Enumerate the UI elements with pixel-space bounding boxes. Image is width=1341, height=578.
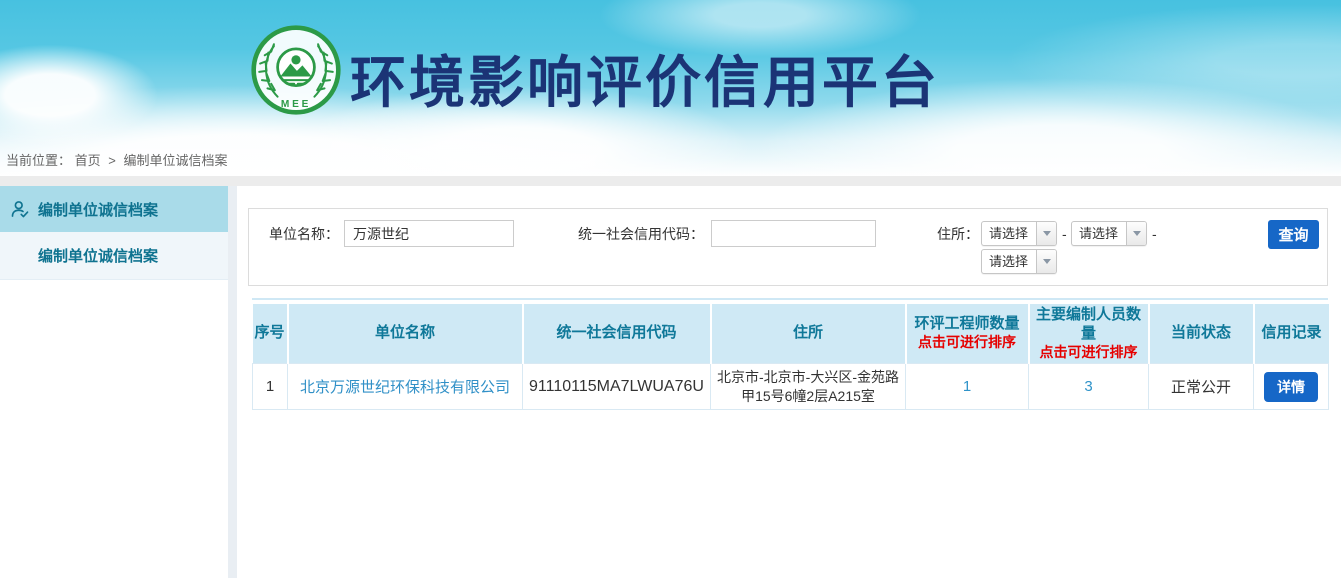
col-staff-count-label: 主要编制人员数量 [1032,306,1146,344]
results-table: 序号 单位名称 统一社会信用代码 住所 环评工程师数量 点击可进行排序 主要编制… [252,304,1329,410]
search-panel: 单位名称： 统一社会信用代码： 住所： 请选择 - 请选择 - 请选择 查询 [248,208,1328,286]
breadcrumb: 当前位置： 首页 > 编制单位诚信档案 [6,150,228,169]
results-table-wrap: 序号 单位名称 统一社会信用代码 住所 环评工程师数量 点击可进行排序 主要编制… [252,298,1328,410]
detail-button[interactable]: 详情 [1264,372,1318,402]
breadcrumb-home-link[interactable]: 首页 [75,153,101,168]
sidebar-item-archive[interactable]: 编制单位诚信档案 [0,232,228,280]
col-address: 住所 [711,304,906,364]
breadcrumb-prefix: 当前位置： [6,153,71,168]
table-header-row: 序号 单位名称 统一社会信用代码 住所 环评工程师数量 点击可进行排序 主要编制… [253,304,1329,364]
address-label: 住所： [909,221,979,248]
cell-credit-code: 91110115MA7LWUA76U [523,364,711,410]
site-title: 环境影响评价信用平台 [350,38,1110,119]
col-status: 当前状态 [1149,304,1254,364]
credit-code-label: 统一社会信用代码： [544,221,704,248]
breadcrumb-separator: > [108,153,116,168]
credit-code-input[interactable] [711,220,876,247]
sidebar-section-archive[interactable]: 编制单位诚信档案 [0,186,228,232]
staff-count-sort-hint[interactable]: 点击可进行排序 [1032,344,1146,362]
user-check-icon [10,199,30,219]
company-name-input[interactable] [344,220,514,247]
engineer-count-sort-hint[interactable]: 点击可进行排序 [909,334,1026,352]
table-row: 1 北京万源世纪环保科技有限公司 91110115MA7LWUA76U 北京市-… [253,364,1329,410]
query-button[interactable]: 查询 [1268,220,1319,249]
sidebar-main-gap [228,186,237,578]
page: MEE 环境影响评价信用平台 当前位置： 首页 > 编制单位诚信档案 编制单位诚… [0,0,1341,578]
banner: MEE 环境影响评价信用平台 当前位置： 首页 > 编制单位诚信档案 [0,0,1341,176]
province-select[interactable]: 请选择 [981,221,1057,246]
sidebar: 编制单位诚信档案 编制单位诚信档案 [0,186,228,578]
col-staff-count: 主要编制人员数量 点击可进行排序 [1029,304,1149,364]
col-engineer-count-label: 环评工程师数量 [909,315,1026,334]
chevron-down-icon[interactable] [1036,250,1056,273]
engineer-count-link[interactable]: 1 [963,378,971,395]
district-select[interactable]: 请选择 [981,249,1057,274]
sidebar-section-label: 编制单位诚信档案 [38,199,158,220]
col-engineer-count: 环评工程师数量 点击可进行排序 [906,304,1029,364]
band-divider [0,176,1341,186]
address-separator: - [1062,221,1067,248]
col-credit-record: 信用记录 [1254,304,1329,364]
col-index: 序号 [253,304,288,364]
table-top-rule [252,298,1328,300]
breadcrumb-current: 编制单位诚信档案 [124,153,228,168]
cell-address: 北京市-北京市-大兴区-金苑路甲15号6幢2层A215室 [711,364,906,410]
svg-text:MEE: MEE [281,99,311,110]
cell-status: 正常公开 [1149,364,1254,410]
company-link[interactable]: 北京万源世纪环保科技有限公司 [300,379,510,396]
sidebar-item-label: 编制单位诚信档案 [38,245,158,266]
col-company: 单位名称 [288,304,523,364]
address-separator: - [1152,221,1157,248]
col-credit-code: 统一社会信用代码 [523,304,711,364]
chevron-down-icon[interactable] [1126,222,1146,245]
city-select[interactable]: 请选择 [1071,221,1147,246]
province-select-value: 请选择 [982,222,1036,245]
chevron-down-icon[interactable] [1036,222,1056,245]
staff-count-link[interactable]: 3 [1084,378,1092,395]
city-select-value: 请选择 [1072,222,1126,245]
company-name-label: 单位名称： [259,221,339,248]
mee-logo-icon: MEE [250,24,342,116]
cell-index: 1 [253,364,288,410]
district-select-value: 请选择 [982,250,1036,273]
